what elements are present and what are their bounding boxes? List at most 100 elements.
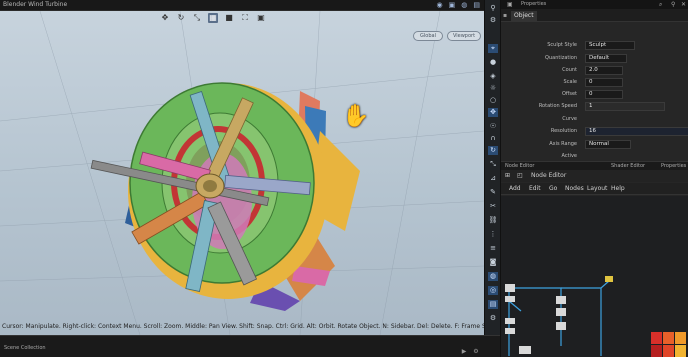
prop-label: Offset [561, 91, 577, 97]
link-icon[interactable]: ⛓ [488, 216, 498, 225]
grid-icon[interactable]: ▦ [208, 13, 218, 23]
prop-label: Sculpt Style [547, 42, 577, 48]
prop-field[interactable]: 16 [585, 127, 688, 136]
view-icon[interactable]: ◰ [517, 171, 523, 181]
color-swatch[interactable] [651, 345, 662, 357]
prop-slider[interactable]: 1 [585, 102, 665, 111]
move-tool-icon[interactable]: ✥ [488, 108, 498, 117]
prop-label: Count [562, 67, 577, 73]
window-icon[interactable]: ▣ [507, 0, 513, 9]
world-icon[interactable]: ◎ [488, 286, 498, 295]
bottom-icons: ▶ ⚙ [460, 348, 480, 356]
prop-field[interactable]: 2.0 [585, 66, 623, 75]
color-swatch[interactable] [651, 332, 662, 344]
color-swatch[interactable] [675, 332, 686, 344]
sphere-tool-icon[interactable]: ◍ [488, 272, 498, 281]
prop-row: Axis Range Normal [501, 139, 688, 149]
play-icon[interactable]: ▶ [460, 348, 468, 356]
transform-icon[interactable]: ⛶ [240, 13, 250, 23]
vertical-tool-strip: ⚲ ⚙ ⌖ ● ◈ ☼ ○ ✥ ☉ ∩ ↻ ⤡ ⊿ ✎ ✂ ⛓ ⋮ ≡ ◙ ◍ … [484, 0, 500, 335]
knife-icon[interactable]: ✂ [488, 202, 498, 211]
node-editor-header: ⊞ ◰ Node Editor [501, 170, 688, 182]
magnet-icon[interactable]: ∩ [488, 134, 498, 143]
viewport-shading-pill[interactable]: Viewport [447, 31, 481, 41]
color-swatch[interactable] [663, 345, 674, 357]
rotate-tool-icon[interactable]: ↻ [488, 146, 498, 155]
panel-tab-row: ▪ Object [501, 9, 688, 22]
measure-icon[interactable]: ⊿ [488, 174, 498, 183]
title-bar-icons: ◉ ▣ ◍ ▤ [437, 0, 480, 10]
rotate-icon[interactable]: ↻ [176, 13, 186, 23]
search-icon[interactable]: ⌕ [659, 0, 662, 9]
menu-edit[interactable]: Edit [529, 183, 541, 195]
circle-icon[interactable]: ○ [488, 96, 498, 105]
prop-field[interactable]: 0 [585, 90, 623, 99]
bottom-status-bar: Scene Collection ▶ ⚙ [0, 335, 500, 357]
scale-tool-icon[interactable]: ⤡ [488, 160, 498, 169]
viewport-status-text: Cursor: Manipulate. Right-click: Context… [2, 323, 484, 330]
menu-layout[interactable]: Layout [587, 183, 607, 195]
dots-icon[interactable]: ⋮ [488, 230, 498, 239]
node-editor-menu: Add Edit Go Nodes Layout Help [501, 183, 688, 195]
light-icon[interactable]: ☼ [488, 84, 498, 93]
square-icon[interactable]: ■ [224, 13, 234, 23]
scene-canvas [0, 11, 484, 335]
settings-icon[interactable]: ⚙ [472, 348, 480, 356]
cursor-tool-icon[interactable]: ⌖ [488, 44, 498, 53]
move-icon[interactable]: ✥ [160, 13, 170, 23]
node-editor-title: Node Editor [531, 172, 567, 179]
camera-icon[interactable]: ▣ [449, 0, 456, 10]
render-icon[interactable]: ▤ [473, 0, 480, 10]
color-swatch[interactable] [675, 345, 686, 357]
prop-dropdown[interactable]: Sculpt [585, 41, 635, 50]
prop-dropdown[interactable]: Normal [585, 140, 631, 149]
node-canvas[interactable] [501, 196, 688, 357]
panel-header: ▣ Properties ⌕ ⚲ ✕ [501, 0, 688, 9]
prop-row: Resolution 16 [501, 126, 688, 136]
close-icon[interactable]: ✕ [681, 0, 686, 9]
brush-icon[interactable]: ✎ [488, 188, 498, 197]
menu-add[interactable]: Add [509, 183, 521, 195]
frame-icon[interactable]: ▣ [256, 13, 266, 23]
prop-label: Resolution [550, 128, 577, 134]
3d-viewport[interactable]: ✥ ↻ ⤡ ▦ ■ ⛶ ▣ Global Viewport ✋ Cursor: … [0, 11, 484, 335]
prop-row: Curve [501, 114, 688, 124]
prop-label: Active [561, 153, 577, 159]
sphere-icon[interactable]: ● [488, 58, 498, 67]
camera-tool-icon[interactable]: ◙ [488, 258, 498, 267]
menu-help[interactable]: Help [611, 183, 625, 195]
prop-row: Active [501, 151, 688, 161]
globe-icon[interactable]: ◍ [461, 0, 467, 10]
settings-tool-icon[interactable]: ⚙ [488, 314, 498, 323]
prop-label: Curve [562, 116, 577, 122]
menu-go[interactable]: Go [549, 183, 557, 195]
pin-icon[interactable]: ⚲ [488, 4, 498, 13]
tab-object[interactable]: Object [511, 11, 537, 21]
menu-nodes[interactable]: Nodes [565, 183, 584, 195]
scale-icon[interactable]: ⤡ [192, 13, 202, 23]
hand-cursor-icon: ✋ [342, 104, 370, 129]
title-bar: Blender Wind Turbine ◉ ▣ ◍ ▤ [0, 0, 484, 11]
scene-collection-label: Scene Collection [4, 345, 46, 351]
prop-row: Scale 0 [501, 77, 688, 87]
layers-icon[interactable]: ≡ [488, 244, 498, 253]
editor-tab-bar: Node Editor Shader Editor Properties [501, 161, 688, 170]
color-swatch[interactable] [663, 332, 674, 344]
render-tool-icon[interactable]: ▤ [488, 300, 498, 309]
prop-label: Axis Range [549, 141, 577, 147]
pin-panel-icon[interactable]: ⚲ [671, 0, 675, 9]
mesh-icon[interactable]: ◈ [488, 72, 498, 81]
editor-type-icon[interactable]: ⊞ [505, 171, 510, 181]
node-links [508, 280, 610, 356]
prop-field[interactable]: 0 [585, 78, 623, 87]
orientation-pill[interactable]: Global [413, 31, 443, 41]
prop-row: Rotation Speed 1 [501, 101, 688, 111]
prop-label: Quantization [545, 55, 577, 61]
panel-header-title: Properties [521, 1, 547, 7]
gear-icon[interactable]: ⚙ [488, 16, 498, 25]
prop-dropdown[interactable]: Default [585, 54, 627, 63]
prop-row: Offset 0 [501, 89, 688, 99]
properties-panel: ▣ Properties ⌕ ⚲ ✕ ▪ Object Sculpt Style… [500, 0, 688, 357]
bulb-icon[interactable]: ☉ [488, 122, 498, 131]
eye-icon[interactable]: ◉ [437, 0, 443, 10]
